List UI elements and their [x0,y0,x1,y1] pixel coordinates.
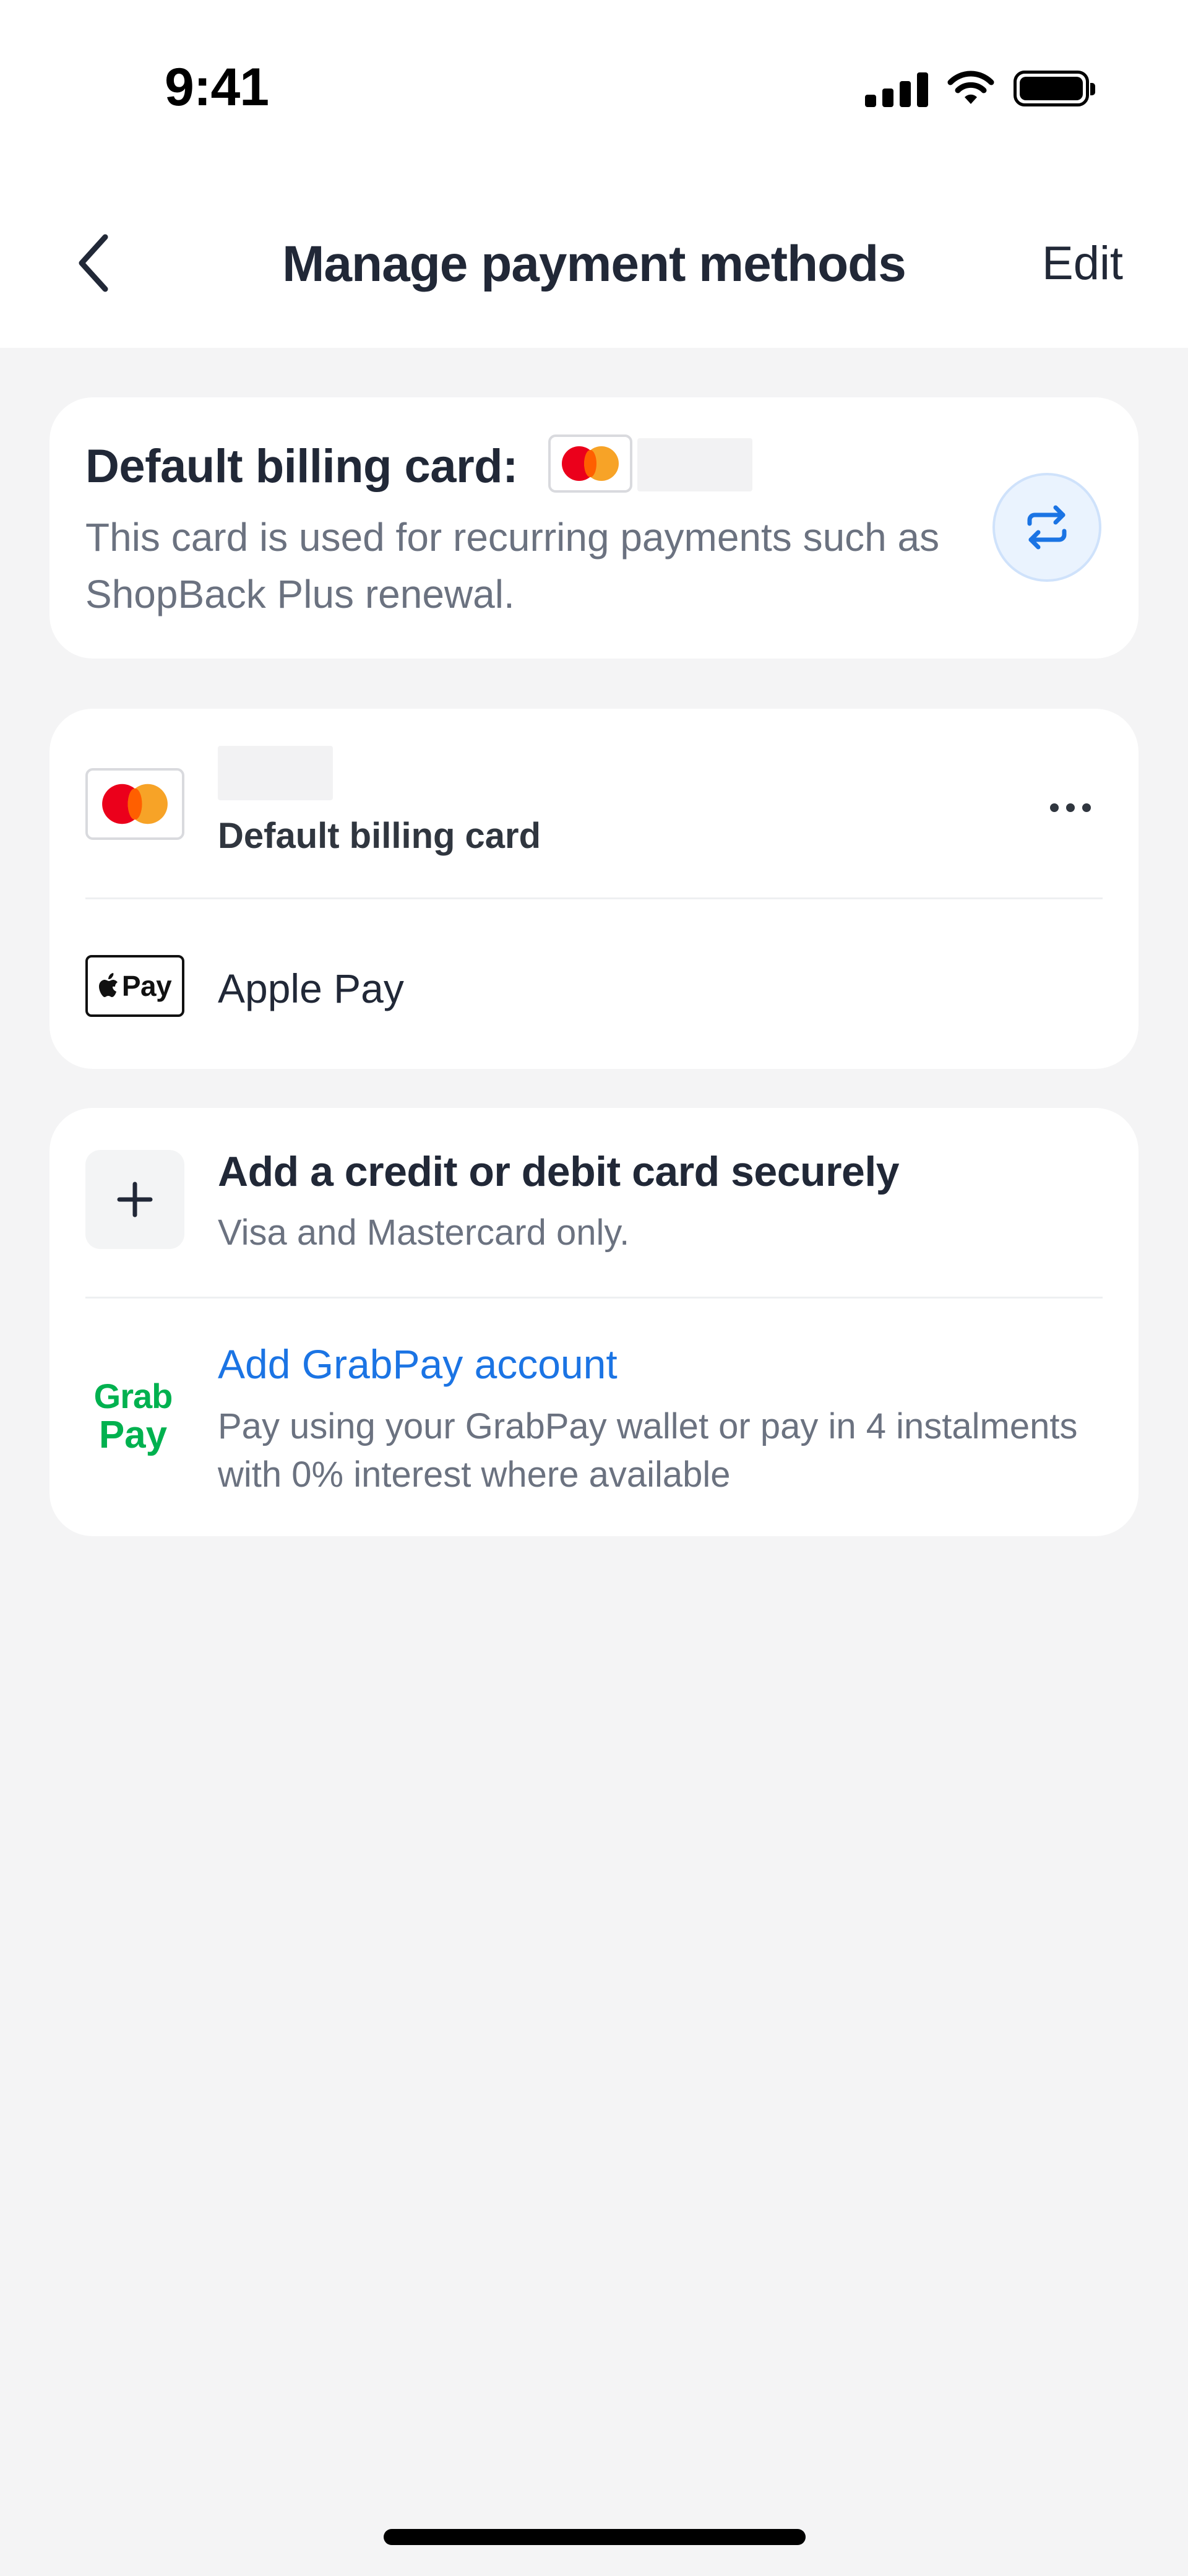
signal-icon [865,70,928,107]
more-horizontal-icon [1050,803,1059,812]
divider [85,1297,1103,1299]
grabpay-description: Pay using your GrabPay wallet or pay in … [218,1406,1078,1495]
top-bar: 9:41 Manage payment methods Edit [0,0,1188,348]
wifi-icon [947,71,994,104]
status-time: 9:41 [165,58,269,117]
add-card-button[interactable] [85,1150,184,1249]
redacted-card-number [637,438,752,491]
plus-icon [117,1182,153,1217]
billing-card-title: Default billing card: [85,440,518,493]
swap-arrows-icon [1027,505,1067,550]
billing-card-description: This card is used for recurring payments… [85,515,940,616]
card-options-button[interactable] [1040,789,1101,826]
status-icons [865,67,1095,110]
home-indicator[interactable] [384,2529,806,2545]
change-billing-card-button[interactable] [992,473,1101,582]
add-grabpay-link[interactable]: Add GrabPay account [218,1341,618,1388]
default-billing-label: Default billing card [218,816,541,856]
saved-method-mastercard-icon [85,768,184,840]
grabpay-logo-icon: Grab Pay [93,1377,173,1456]
divider [85,897,1103,899]
add-payment-methods-panel: Add a credit or debit card securely Visa… [50,1108,1138,1536]
default-billing-card-panel: Default billing card: This card is used … [50,397,1138,659]
apple-pay-icon: Pay [85,955,184,1017]
add-card-title[interactable]: Add a credit or debit card securely [218,1148,900,1196]
battery-icon [1014,71,1095,106]
add-card-subtitle: Visa and Mastercard only. [218,1212,630,1253]
screen: 9:41 Manage payment methods Edit Default… [0,0,1188,2576]
redacted-card-number [218,746,333,800]
edit-button[interactable]: Edit [1042,236,1123,290]
apple-pay-label[interactable]: Apple Pay [218,965,404,1012]
mastercard-icon [548,434,632,493]
page-title: Manage payment methods [282,236,906,292]
saved-methods-list: Default billing card Pay Apple Pay [50,709,1138,1069]
